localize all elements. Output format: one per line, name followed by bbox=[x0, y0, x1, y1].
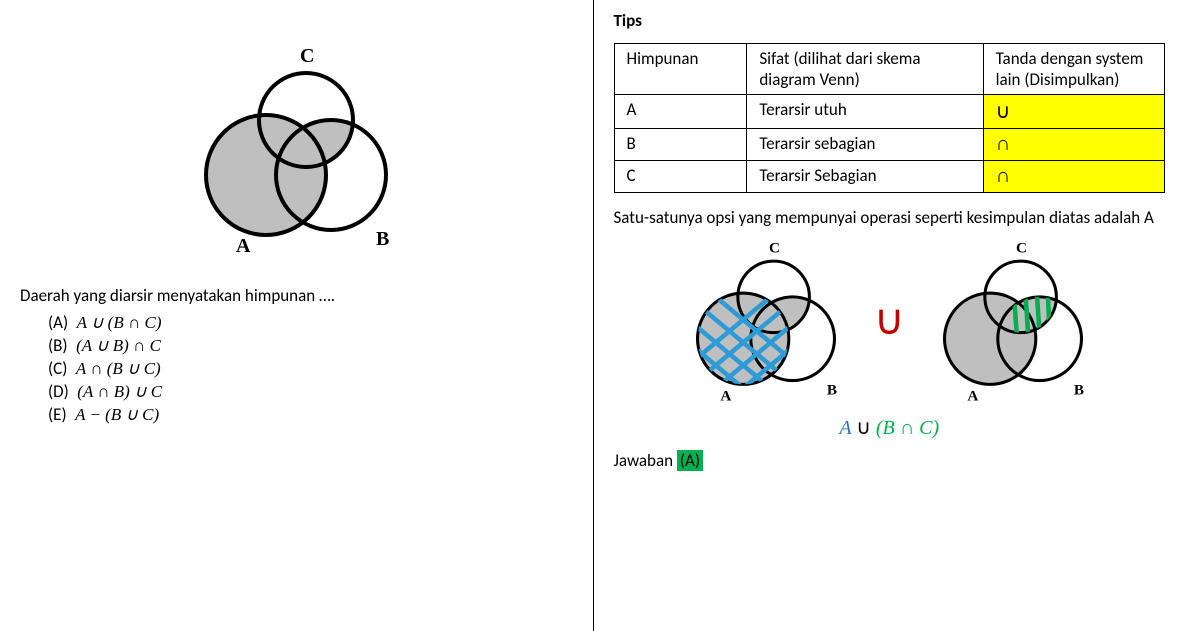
table-row: B Terarsir sebagian ∩ bbox=[614, 129, 1165, 161]
table-row: A Terarsir utuh ∪ bbox=[614, 95, 1165, 129]
tips-title: Tips bbox=[614, 10, 1166, 31]
question-venn: A B C bbox=[20, 40, 573, 275]
colored-expression: A ∪ (B ∩ C) bbox=[614, 415, 1166, 440]
answer-line: Jawaban (A) bbox=[614, 450, 1166, 471]
label-A: A bbox=[236, 235, 251, 257]
option-b: (B) (A ∪ B) ∩ C bbox=[48, 335, 573, 356]
col-sifat: Sifat (dilihat dari skema diagram Venn) bbox=[747, 44, 983, 95]
conclusion-diagrams: A B C ∪ bbox=[614, 236, 1166, 411]
option-c: (C) A ∩ (B ∪ C) bbox=[48, 358, 573, 379]
options-list: (A) A ∪ (B ∩ C) (B) (A ∪ B) ∩ C (C) A ∩ … bbox=[20, 312, 573, 425]
option-a: (A) A ∪ (B ∩ C) bbox=[48, 312, 573, 333]
col-tanda: Tanda dengan system lain (Disimpulkan) bbox=[983, 44, 1164, 95]
option-e: (E) A − (B ∪ C) bbox=[48, 404, 573, 425]
tips-table: Himpunan Sifat (dilihat dari skema diagr… bbox=[614, 43, 1166, 193]
svg-text:B: B bbox=[827, 381, 837, 398]
venn-a-hatched-icon: A B C bbox=[666, 236, 866, 411]
table-row: C Terarsir Sebagian ∩ bbox=[614, 161, 1165, 193]
conclusion-text: Satu-satunya opsi yang mempunyai operasi… bbox=[614, 207, 1166, 228]
question-text: Daerah yang diarsir menyatakan himpunan … bbox=[20, 285, 573, 306]
table-header-row: Himpunan Sifat (dilihat dari skema diagr… bbox=[614, 44, 1165, 95]
venn-diagram-icon: A B C bbox=[166, 40, 426, 270]
label-B: B bbox=[376, 228, 389, 250]
svg-text:A: A bbox=[967, 387, 978, 404]
answer-badge: (A) bbox=[677, 450, 703, 471]
svg-text:B: B bbox=[1073, 381, 1083, 398]
question-panel: A B C Daerah yang diarsir menyatakan him… bbox=[0, 0, 593, 631]
tips-panel: Tips Himpunan Sifat (dilihat dari skema … bbox=[593, 0, 1185, 631]
option-d: (D) (A ∩ B) ∪ C bbox=[48, 381, 573, 402]
col-himpunan: Himpunan bbox=[614, 44, 747, 95]
venn-bc-hatched-icon: A B C bbox=[913, 236, 1113, 411]
label-C: C bbox=[300, 45, 314, 67]
union-symbol: ∪ bbox=[874, 295, 905, 345]
svg-text:A: A bbox=[720, 387, 731, 404]
svg-text:C: C bbox=[1016, 240, 1027, 257]
svg-text:C: C bbox=[769, 240, 780, 257]
